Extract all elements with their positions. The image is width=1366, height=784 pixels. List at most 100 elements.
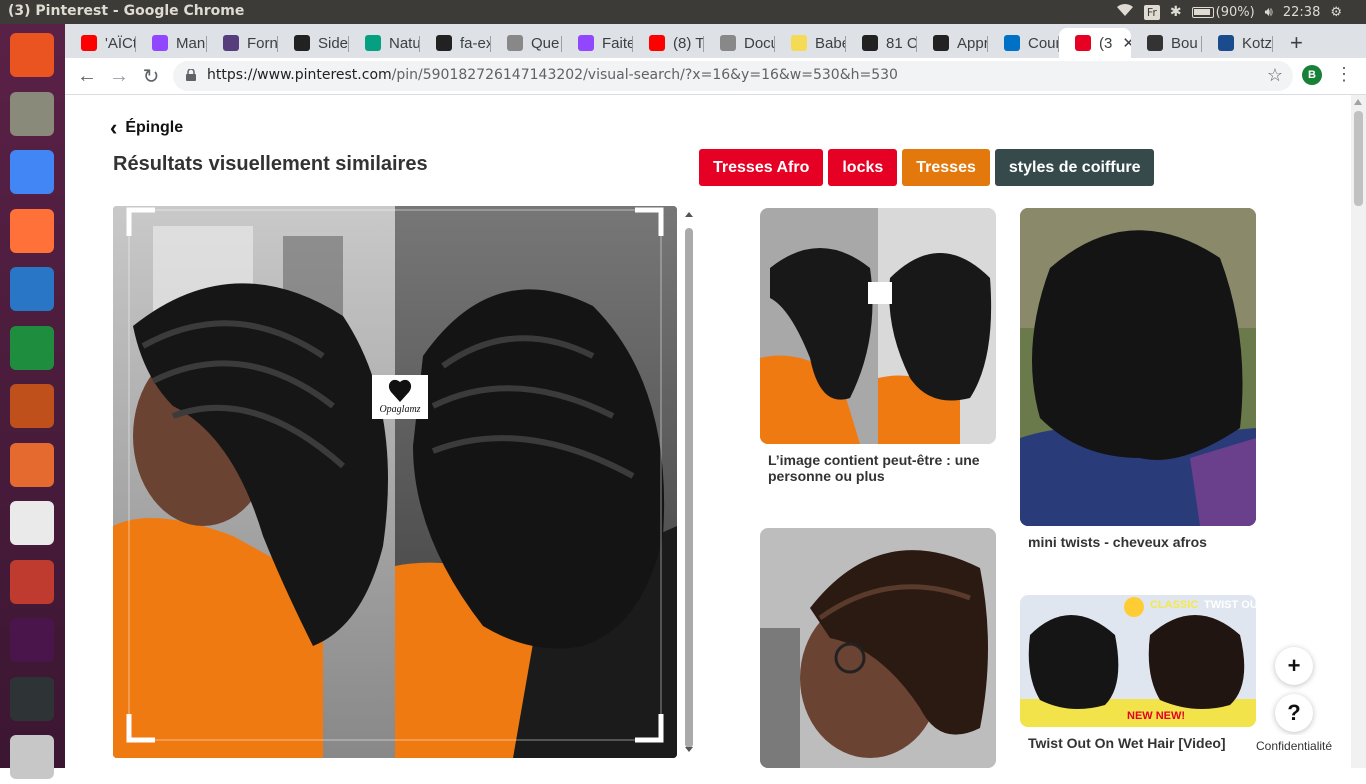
close-tab-icon[interactable]: ✕ <box>1122 34 1131 52</box>
profile-avatar[interactable]: B <box>1302 65 1322 85</box>
tab-label: (8) T <box>673 34 704 52</box>
bluetooth-icon[interactable]: ✱ <box>1170 4 1182 20</box>
browser-tab[interactable]: Babe <box>775 28 846 58</box>
back-label: Épingle <box>125 119 184 136</box>
launcher-item[interactable] <box>5 613 59 667</box>
writer-icon <box>10 267 54 311</box>
launcher-item[interactable] <box>5 555 59 609</box>
lock-icon <box>186 69 196 81</box>
browser-tab[interactable]: Forn <box>207 28 278 58</box>
wifi-icon[interactable] <box>1116 3 1134 21</box>
browser-tab[interactable]: (8) T <box>633 28 704 58</box>
back-to-pin-link[interactable]: ‹ Épingle <box>110 115 183 141</box>
pin-caption: mini twists - cheveux afros <box>1028 534 1207 550</box>
system-tray: Fr ✱ (90%) 🔊︎ 22:38 ⚙ <box>1116 0 1366 24</box>
browser-tab[interactable]: 81 C <box>846 28 917 58</box>
outlook-icon <box>1004 35 1020 51</box>
youtube-icon <box>81 35 97 51</box>
back-button[interactable]: ← <box>75 64 99 88</box>
scroll-thumb[interactable] <box>685 228 693 748</box>
chrome-menu-icon[interactable]: ⋮ <box>1335 64 1353 85</box>
help-button[interactable]: ? <box>1275 694 1313 732</box>
launcher-item[interactable] <box>5 204 59 258</box>
browser-tab[interactable]: Appr <box>917 28 988 58</box>
browser-tab[interactable]: fa-ex <box>420 28 491 58</box>
tab-label: Docu <box>744 34 775 52</box>
browser-tab[interactable]: Cour <box>988 28 1059 58</box>
slack-icon <box>10 618 54 662</box>
browser-tab[interactable]: Que <box>491 28 562 58</box>
page-scroll-thumb[interactable] <box>1354 111 1363 206</box>
launcher-item[interactable] <box>5 87 59 141</box>
browser-tab[interactable]: Bou <box>1131 28 1202 58</box>
pin-card[interactable]: mini twists - cheveux afros <box>1020 208 1256 550</box>
browser-tab[interactable]: Kotz <box>1202 28 1273 58</box>
power-icon[interactable]: ⚙ <box>1330 5 1342 20</box>
launcher-item[interactable] <box>5 28 59 82</box>
clock[interactable]: 22:38 <box>1283 5 1320 20</box>
tab-label: 81 C <box>886 34 917 52</box>
twitch-icon <box>578 35 594 51</box>
twitch-icon <box>152 35 168 51</box>
main-pin-image[interactable]: Opaglamz <box>113 206 677 758</box>
browser-tab[interactable]: Faite <box>562 28 633 58</box>
pexels-icon <box>365 35 381 51</box>
browser-tab[interactable]: Natu <box>349 28 420 58</box>
launcher-item[interactable] <box>5 262 59 316</box>
browser-tab[interactable]: (3 ✕ <box>1059 28 1131 58</box>
pin-card[interactable] <box>760 528 996 768</box>
tab-label: Forn <box>247 34 278 52</box>
page-icon <box>1147 35 1163 51</box>
address-bar[interactable]: https://www.pinterest.com/pin/5901827261… <box>173 61 1293 91</box>
browser-tab[interactable]: Man <box>136 28 207 58</box>
tab-label: fa-ex <box>460 34 491 52</box>
launcher-item[interactable] <box>5 379 59 433</box>
tag-button[interactable]: Tresses <box>902 149 990 186</box>
browser-tab[interactable]: Docu <box>704 28 775 58</box>
page-scrollbar[interactable] <box>1351 95 1366 768</box>
scroll-up-arrow-icon[interactable] <box>1354 99 1362 105</box>
overlay-new-text: NEW NEW! <box>1127 710 1185 722</box>
scroll-up-arrow-icon[interactable] <box>682 208 696 220</box>
launcher-item[interactable] <box>5 145 59 199</box>
calc-icon <box>10 325 54 370</box>
pin-card[interactable]: L’image contient peut-être : une personn… <box>760 208 996 484</box>
browser-toolbar: ← → ↻ https://www.pinterest.com/pin/5901… <box>65 58 1366 95</box>
system-top-bar: (3) Pinterest - Google Chrome Fr ✱ (90%)… <box>0 0 1366 24</box>
keyboard-layout-indicator[interactable]: Fr <box>1143 4 1160 20</box>
launcher-item[interactable] <box>5 730 59 784</box>
codepen-icon <box>294 35 310 51</box>
launcher-item[interactable] <box>5 438 59 492</box>
youtube-icon <box>649 35 665 51</box>
tag-button[interactable]: styles de coiffure <box>994 149 1155 186</box>
pin-card[interactable]: CLASSIC TWIST OUT NEW NEW! Twist Out On … <box>1020 595 1256 751</box>
pin-caption: Twist Out On Wet Hair [Video] <box>1028 735 1226 751</box>
chevron-left-icon: ‹ <box>110 115 118 140</box>
image-scrollbar[interactable] <box>682 206 696 758</box>
browser-tab[interactable]: Side <box>278 28 349 58</box>
bookmark-star-icon[interactable]: ☆ <box>1267 65 1283 86</box>
add-button[interactable]: + <box>1275 647 1313 685</box>
pin-image <box>760 528 996 768</box>
reload-button[interactable]: ↻ <box>139 64 163 88</box>
tag-button[interactable]: Tresses Afro <box>699 149 824 186</box>
new-tab-button[interactable]: + <box>1290 30 1303 56</box>
software-center-icon <box>10 442 54 487</box>
impress-icon <box>10 384 54 428</box>
tag-button[interactable]: locks <box>828 149 898 186</box>
pin-image <box>1020 208 1256 526</box>
terminal-icon <box>10 676 54 721</box>
browser-tab[interactable]: 'AÏCt <box>65 28 136 58</box>
battery-icon <box>1191 6 1214 18</box>
pin-caption: L’image contient peut-être : une personn… <box>768 452 980 484</box>
battery-indicator[interactable]: (90%) <box>1191 5 1255 20</box>
ubuntu-launcher <box>0 24 65 779</box>
launcher-item[interactable] <box>5 672 59 726</box>
launcher-item[interactable] <box>5 321 59 375</box>
scroll-down-arrow-icon[interactable] <box>682 744 696 756</box>
launcher-item[interactable] <box>5 496 59 550</box>
confidentiality-link[interactable]: Confidentialité <box>1251 735 1338 757</box>
volume-icon[interactable]: 🔊︎ <box>1265 5 1273 20</box>
overlay-twist-out-text: TWIST OUT <box>1204 599 1256 611</box>
forward-button[interactable]: → <box>107 64 131 88</box>
